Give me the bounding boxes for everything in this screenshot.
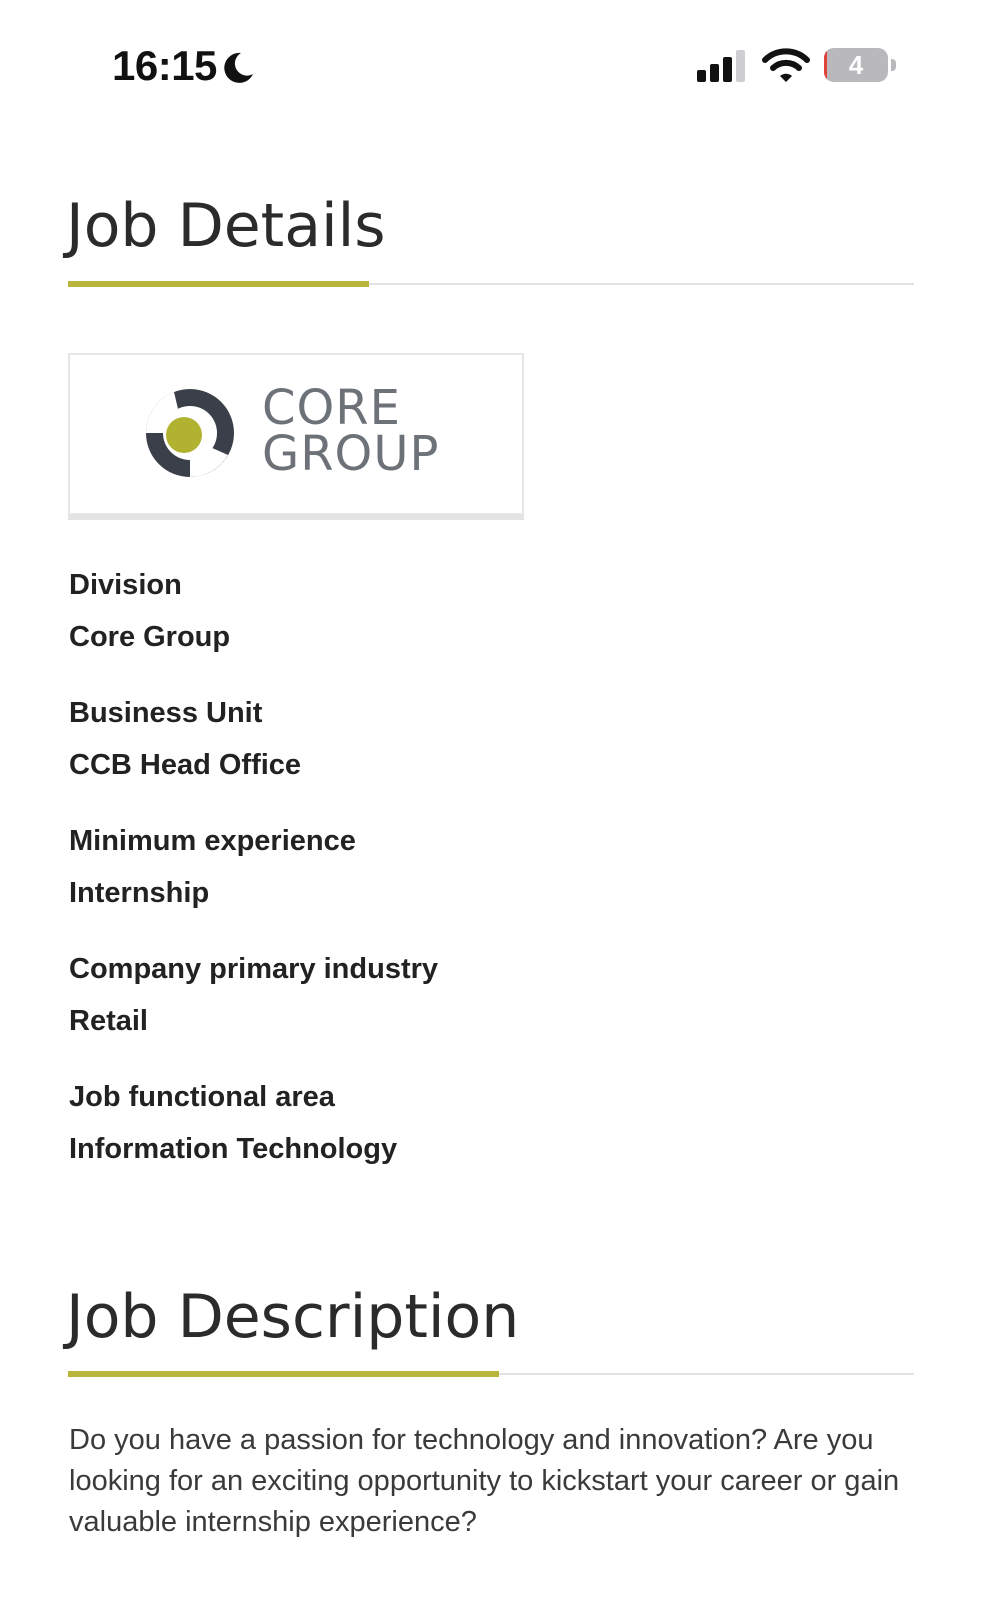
job-details-heading: Job Details [66,191,386,261]
business-unit-value: CCB Head Office [69,749,302,781]
core-group-logo-icon [146,389,234,477]
job-description-heading: Job Description [66,1282,520,1352]
job-functional-area-value: Information Technology [69,1133,398,1165]
job-description-accent-bar [68,1371,499,1377]
logo-text-line2: GROUP [262,426,440,482]
business-unit-label: Business Unit [69,697,263,729]
company-industry-value: Retail [69,1005,148,1037]
company-industry-label: Company primary industry [69,953,439,985]
minimum-experience-label: Minimum experience [69,825,356,857]
cellular-signal-icon [697,50,745,82]
status-time: 16:15 [112,42,217,89]
job-description-text: Do you have a passion for technology and… [69,1424,900,1538]
wifi-icon [762,48,810,82]
battery-icon: 4 [824,48,898,84]
status-bar: 16:15 4 [0,0,1002,130]
job-details-accent-bar [68,281,369,287]
division-label: Division [69,569,182,601]
logo-text-line1: CORE [262,380,401,436]
logo-text: CORE GROUP [262,380,440,482]
battery-level-text: 4 [848,50,864,80]
job-functional-area-label: Job functional area [69,1081,335,1113]
battery-cap [891,59,896,71]
minimum-experience-value: Internship [69,877,210,909]
division-value: Core Group [69,621,231,653]
moon-icon [224,52,253,83]
company-logo: CORE GROUP [68,353,524,515]
battery-body: 4 [824,48,888,82]
